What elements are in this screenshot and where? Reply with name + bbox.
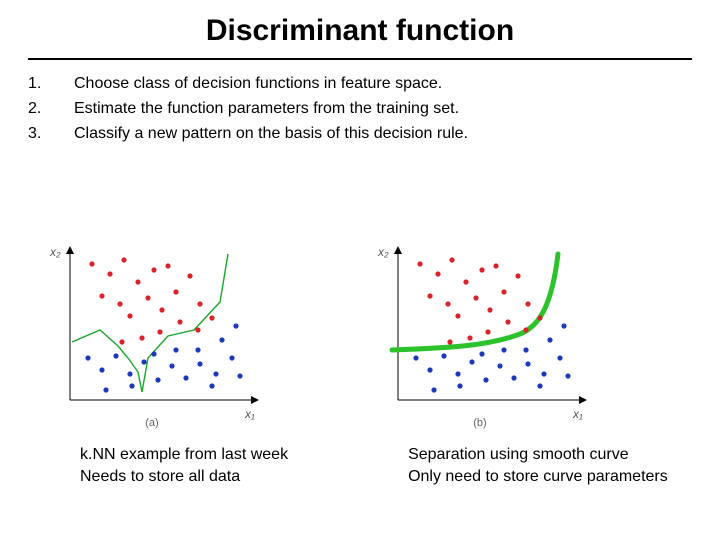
slide: Discriminant function 1. Choose class of… bbox=[0, 0, 720, 540]
plot-smooth: x₂ x₁ (b) bbox=[368, 240, 598, 430]
figures-row: x₂ x₁ (a) bbox=[40, 240, 700, 487]
step-3-text: Classify a new pattern on the basis of t… bbox=[74, 122, 692, 147]
step-2-text: Estimate the function parameters from th… bbox=[74, 97, 692, 122]
title-underline bbox=[28, 58, 692, 60]
figure-right: x₂ x₁ (b) bbox=[368, 240, 668, 487]
step-1: 1. Choose class of decision functions in… bbox=[28, 72, 692, 97]
figure-left: x₂ x₁ (a) bbox=[40, 240, 288, 487]
caption-right-line2: Only need to store curve parameters bbox=[408, 466, 668, 488]
step-2: 2. Estimate the function parameters from… bbox=[28, 97, 692, 122]
knn-boundary bbox=[72, 254, 228, 392]
subfig-label: (a) bbox=[145, 417, 158, 429]
axis-label-x: x₁ bbox=[244, 407, 255, 421]
caption-left: k.NN example from last week Needs to sto… bbox=[80, 444, 288, 487]
subfig-label: (b) bbox=[473, 417, 486, 429]
caption-left-line2: Needs to store all data bbox=[80, 466, 288, 488]
plot-knn: x₂ x₁ (a) bbox=[40, 240, 270, 430]
page-title: Discriminant function bbox=[28, 14, 692, 48]
caption-left-line1: k.NN example from last week bbox=[80, 446, 288, 463]
step-3: 3. Classify a new pattern on the basis o… bbox=[28, 122, 692, 147]
step-2-number: 2. bbox=[28, 97, 74, 122]
step-1-number: 1. bbox=[28, 72, 74, 97]
caption-right-line1: Separation using smooth curve bbox=[408, 446, 629, 463]
points-class-red bbox=[89, 257, 214, 344]
steps-list: 1. Choose class of decision functions in… bbox=[28, 72, 692, 146]
points-class-blue bbox=[413, 323, 570, 392]
points-class-blue bbox=[85, 323, 242, 392]
smooth-boundary bbox=[392, 254, 558, 350]
step-3-number: 3. bbox=[28, 122, 74, 147]
axis-label-y: x₂ bbox=[49, 245, 61, 259]
axis-label-y: x₂ bbox=[377, 245, 389, 259]
step-1-text: Choose class of decision functions in fe… bbox=[74, 72, 692, 97]
caption-right: Separation using smooth curve Only need … bbox=[408, 444, 668, 487]
axis-label-x: x₁ bbox=[572, 407, 583, 421]
